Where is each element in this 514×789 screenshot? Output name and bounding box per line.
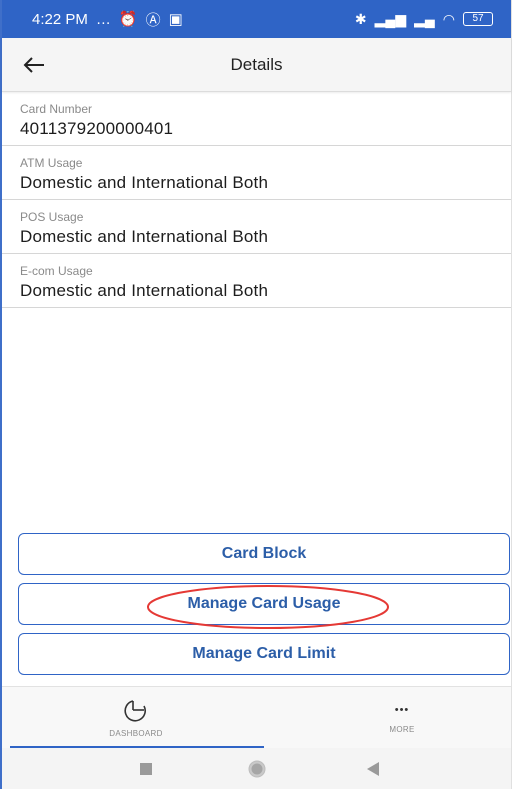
- detail-value: Domestic and International Both: [20, 281, 269, 300]
- signal-secondary-icon: ▂▄: [414, 10, 435, 27]
- message-icon: ▣: [168, 11, 183, 28]
- home-icon[interactable]: [248, 760, 266, 778]
- dashboard-icon: [124, 699, 146, 722]
- nav-more-label: MORE: [389, 724, 415, 734]
- card-block-button[interactable]: Card Block: [18, 533, 510, 575]
- detail-label: ATM Usage: [20, 156, 83, 170]
- detail-label: E-com Usage: [20, 264, 93, 278]
- app-notification-icon: Ⓐ: [145, 11, 161, 29]
- alarm-icon: ⏰: [118, 11, 138, 28]
- wifi-icon: ◠: [442, 10, 455, 27]
- back-button[interactable]: [2, 38, 66, 92]
- bluetooth-icon: ✱: [354, 10, 367, 27]
- arrow-left-icon: [23, 56, 44, 73]
- notification-icon: …: [95, 10, 111, 28]
- detail-row-ecom-usage: E-com Usage Domestic and International B…: [2, 254, 511, 308]
- status-time: 4:22 PM: [32, 10, 88, 28]
- app-frame: 4:22 PM … ⏰ Ⓐ ▣ ✱ ▂▄▆ ▂▄ ◠ 57 Details Ca…: [0, 0, 512, 789]
- card-details-list: Card Number 4011379200000401 ATM Usage D…: [2, 92, 511, 308]
- detail-value: Domestic and International Both: [20, 227, 269, 246]
- signal-icon: ▂▄▆: [374, 10, 407, 27]
- detail-row-atm-usage: ATM Usage Domestic and International Bot…: [2, 146, 511, 200]
- nav-dashboard-label: DASHBOARD: [109, 728, 163, 738]
- status-bar: 4:22 PM … ⏰ Ⓐ ▣ ✱ ▂▄▆ ▂▄ ◠ 57: [2, 0, 511, 38]
- manage-card-usage-button[interactable]: Manage Card Usage: [18, 583, 510, 625]
- nav-dashboard[interactable]: DASHBOARD: [36, 687, 236, 747]
- manage-card-limit-button[interactable]: Manage Card Limit: [18, 633, 510, 675]
- page-title: Details: [230, 54, 283, 74]
- bottom-navigation: DASHBOARD ••• MORE: [2, 686, 511, 749]
- nav-more[interactable]: ••• MORE: [302, 687, 502, 747]
- app-bar: Details: [2, 38, 511, 92]
- detail-label: Card Number: [20, 102, 93, 116]
- battery-icon: 57: [463, 12, 493, 26]
- detail-value: Domestic and International Both: [20, 173, 269, 192]
- detail-row-pos-usage: POS Usage Domestic and International Bot…: [2, 200, 511, 254]
- more-icon: •••: [394, 703, 410, 716]
- detail-value: 4011379200000401: [20, 119, 174, 138]
- detail-row-card-number: Card Number 4011379200000401: [2, 92, 511, 146]
- system-navigation-bar: [2, 748, 511, 789]
- detail-label: POS Usage: [20, 210, 84, 224]
- recent-apps-icon[interactable]: [140, 763, 152, 775]
- back-nav-icon[interactable]: [367, 762, 379, 776]
